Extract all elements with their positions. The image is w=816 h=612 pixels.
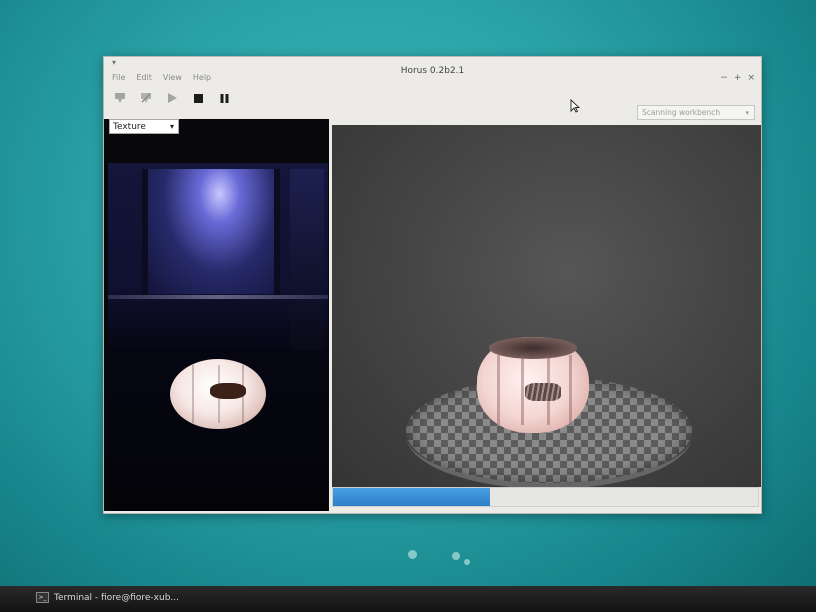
- pumpkin-carved-face: [525, 383, 561, 401]
- window-controls: − + ×: [720, 73, 755, 83]
- camera-panel: Texture ▾: [104, 119, 329, 511]
- taskbar-item-terminal[interactable]: >_ Terminal - fiore@fiore-xub...: [36, 592, 179, 603]
- pause-button[interactable]: [216, 90, 232, 106]
- pause-icon: [220, 93, 228, 103]
- chevron-down-icon: ▾: [745, 109, 749, 117]
- menu-view[interactable]: View: [163, 73, 182, 82]
- pumpkin-rib: [192, 365, 194, 423]
- camera-background-wall: [148, 169, 278, 294]
- minimize-icon[interactable]: −: [720, 73, 728, 83]
- chevron-down-icon: ▾: [169, 122, 174, 131]
- scan-progress-bar: [332, 487, 759, 507]
- scene-3d-view[interactable]: [332, 125, 761, 487]
- camera-side-wall: [290, 169, 324, 349]
- toolbar: [112, 90, 232, 106]
- connect-icon: [115, 93, 125, 103]
- pumpkin-rim: [489, 337, 577, 359]
- camera-pillar: [274, 169, 280, 299]
- camera-pillar: [142, 169, 148, 299]
- stop-icon: [193, 93, 203, 103]
- camera-feed: [108, 163, 328, 511]
- mouse-pointer-icon: [570, 99, 580, 113]
- scan-progress-fill: [333, 488, 491, 506]
- pumpkin-rib: [569, 355, 572, 425]
- pumpkin-rib: [521, 355, 524, 425]
- loading-dot: [452, 552, 460, 560]
- taskbar: >_ Terminal - fiore@fiore-xub...: [0, 586, 816, 612]
- workbench-select[interactable]: Scanning workbench ▾: [637, 105, 755, 120]
- menu-edit[interactable]: Edit: [136, 73, 152, 82]
- view-mode-select[interactable]: Texture ▾: [109, 119, 179, 134]
- camera-pumpkin: [170, 359, 266, 429]
- disconnect-button[interactable]: [138, 90, 154, 106]
- pointcloud-pumpkin: [477, 337, 589, 433]
- connect-button[interactable]: [112, 90, 128, 106]
- view-mode-value: Texture: [113, 121, 146, 132]
- play-button[interactable]: [164, 90, 180, 106]
- disconnect-icon: [141, 93, 151, 103]
- pumpkin-rib: [497, 355, 500, 425]
- loading-dot: [408, 550, 417, 559]
- menu-file[interactable]: File: [112, 73, 125, 82]
- loading-dot: [464, 559, 470, 565]
- menu-help[interactable]: Help: [193, 73, 211, 82]
- taskbar-item-label: Terminal - fiore@fiore-xub...: [54, 592, 180, 603]
- stop-button[interactable]: [190, 90, 206, 106]
- play-icon: [168, 93, 177, 103]
- pumpkin-carved-face: [210, 383, 246, 399]
- close-icon[interactable]: ×: [747, 73, 755, 83]
- maximize-icon[interactable]: +: [734, 73, 742, 83]
- terminal-icon: >_: [36, 592, 49, 603]
- workbench-select-value: Scanning workbench: [642, 108, 721, 117]
- horus-window: ▾ Horus 0.2b2.1 File Edit View Help − + …: [103, 56, 762, 514]
- menubar: File Edit View Help: [112, 73, 211, 82]
- camera-shelf-edge: [108, 295, 328, 299]
